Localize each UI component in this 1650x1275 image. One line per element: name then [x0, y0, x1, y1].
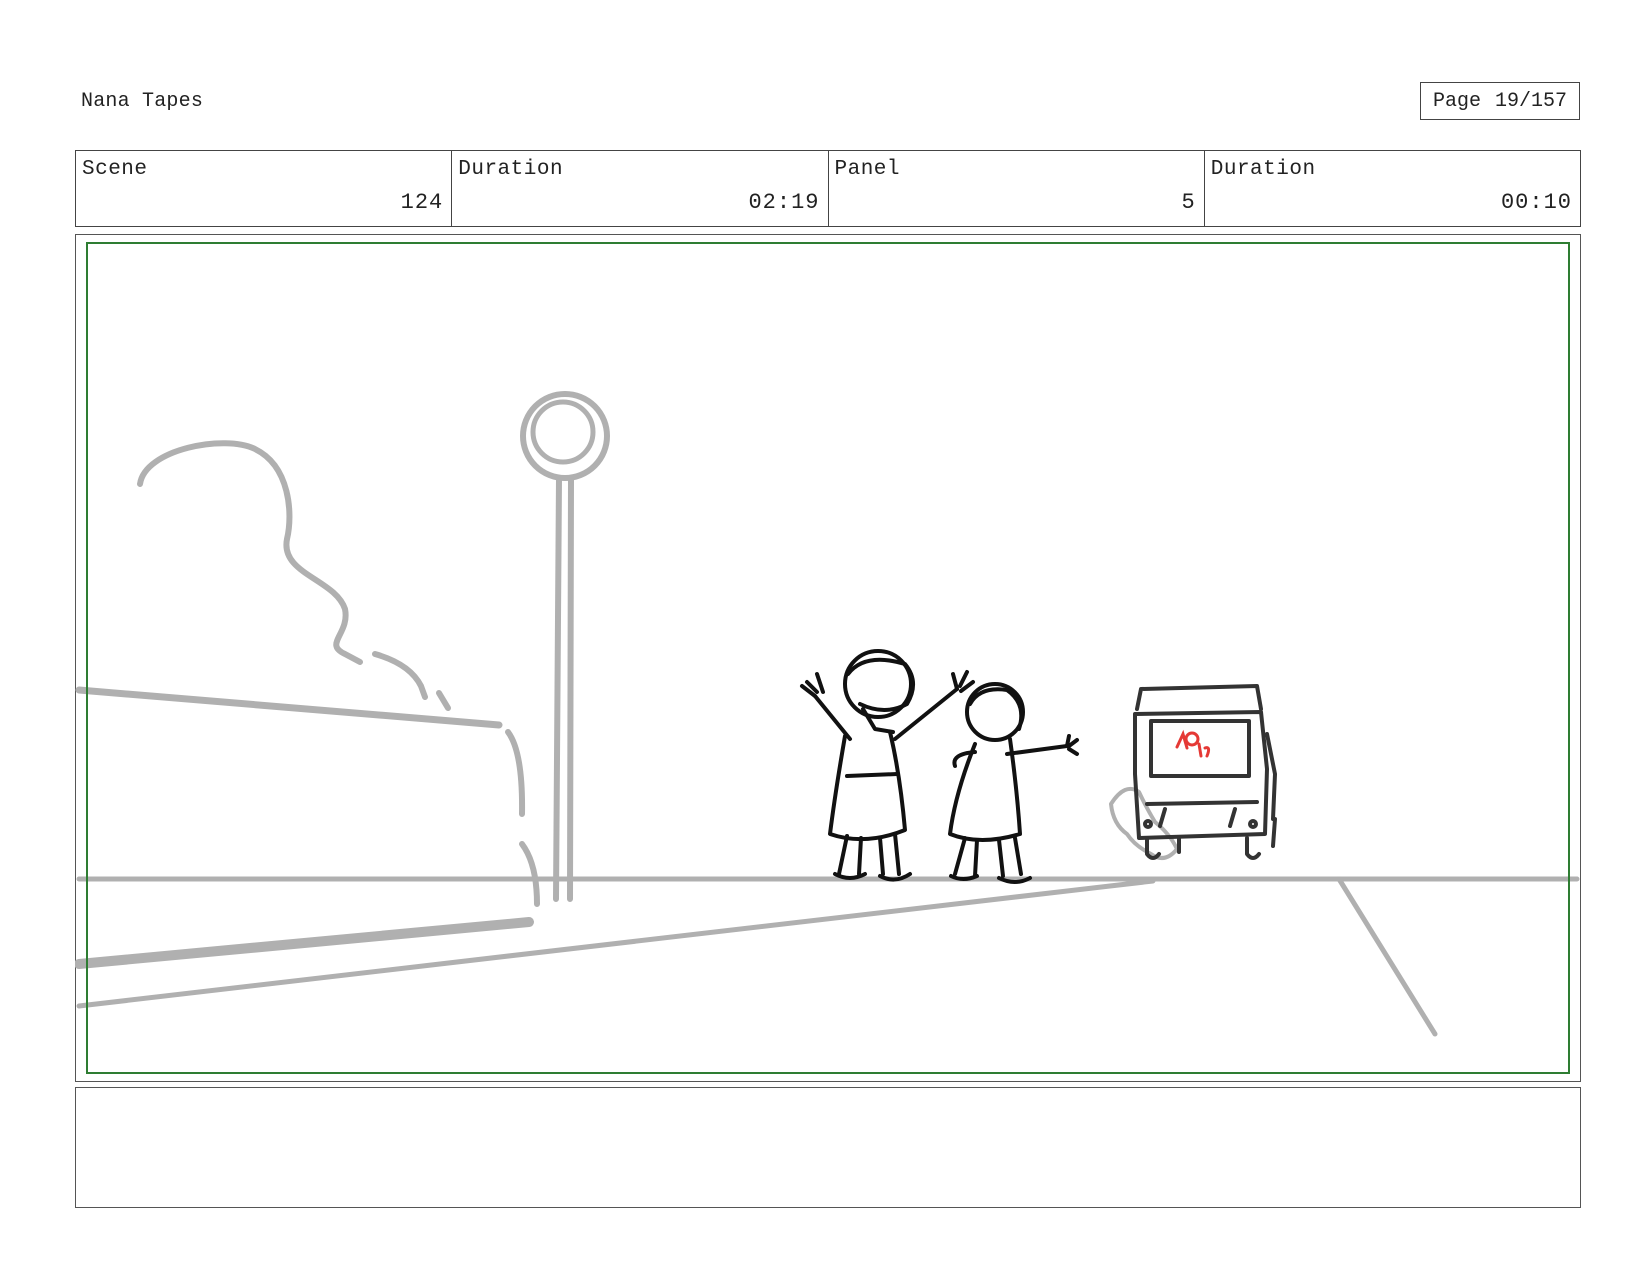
panel-value: 5 — [1181, 190, 1196, 215]
panel-duration-cell: Duration 00:10 — [1205, 151, 1580, 226]
scene-duration-label: Duration — [458, 158, 564, 181]
page-label: Page — [1432, 89, 1481, 113]
scene-value: 124 — [400, 190, 444, 215]
scene-cell: Scene 124 — [76, 151, 453, 226]
page-indicator: Page 19/157 — [1420, 82, 1580, 120]
panel-duration-value: 00:10 — [1500, 190, 1572, 215]
panel-duration-label: Duration — [1210, 158, 1316, 181]
panel-safe-area — [86, 242, 1570, 1074]
project-title: Nana Tapes — [81, 90, 204, 113]
panel-notes — [75, 1087, 1581, 1208]
scene-label: Scene — [82, 158, 148, 181]
panel-label: Panel — [834, 158, 901, 181]
scene-duration-cell: Duration 02:19 — [452, 151, 829, 226]
scene-duration-value: 02:19 — [748, 190, 820, 215]
page-number: 19/157 — [1495, 89, 1568, 113]
panel-cell: Panel 5 — [829, 151, 1205, 226]
panel-info-row: Scene 124 Duration 02:19 Panel 5 Duratio… — [75, 150, 1581, 227]
